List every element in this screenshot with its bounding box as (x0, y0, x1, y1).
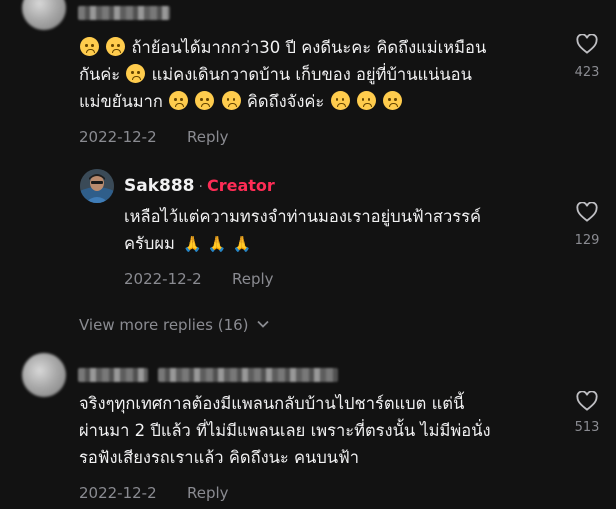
comment-text-fragment: ถ้าย้อนได้มากกว่า30 ปี คงดีนะคะ คิดถึงแม… (131, 38, 487, 57)
comment-text: ถ้าย้อนได้มากกว่า30 ปี คงดีนะคะ คิดถึงแม… (79, 34, 569, 115)
like-count: 423 (574, 65, 600, 80)
chevron-down-icon (257, 320, 269, 328)
like-count: 513 (574, 420, 600, 435)
sad-face-emoji (106, 37, 126, 56)
reply-button[interactable]: Reply (187, 128, 229, 146)
comment-text-fragment: คิดถึงจังค่ะ (246, 92, 330, 111)
comment-text: จริงๆทุกเทศกาลต้องมีแพลนกลับบ้านไปชาร์ตแ… (79, 390, 569, 471)
reply-text: เหลือไว้แต่ความทรงจำท่านมองเราอยู่บนฟ้าส… (124, 203, 564, 258)
separator-dot: · (198, 179, 203, 195)
comment-text-line: ถ้าย้อนได้มากกว่า30 ปี คงดีนะคะ คิดถึงแม… (79, 34, 569, 61)
sad-face-emoji (126, 64, 146, 83)
heart-outline-icon[interactable] (576, 202, 598, 222)
creator-header: Sak888 · Creator (124, 176, 275, 196)
comment-text-line: ผ่านมา 2 ปีแล้ว ที่ไม่มีแพลนเลย เพราะที่… (79, 421, 491, 440)
sad-face-emoji (221, 91, 241, 110)
creator-badge: Creator (206, 176, 275, 195)
reply-date: 2022-12-2 (124, 270, 202, 288)
sad-face-emoji (356, 91, 376, 110)
username-blurred[interactable] (158, 368, 338, 382)
comment-text-fragment: กันค่ะ (79, 65, 126, 84)
sad-face-emoji (195, 91, 215, 110)
pray-emoji: 🙏 (207, 235, 227, 253)
pray-emoji: 🙏 (232, 235, 252, 253)
sad-face-emoji (383, 91, 403, 110)
comment-date: 2022-12-2 (79, 128, 157, 146)
avatar[interactable] (22, 0, 66, 30)
reply-text-line: เหลือไว้แต่ความทรงจำท่านมองเราอยู่บนฟ้าส… (124, 207, 482, 226)
avatar[interactable] (22, 353, 66, 397)
reply-button[interactable]: Reply (232, 270, 274, 288)
comment-text-fragment: แม่ขยันมาก (79, 92, 169, 111)
sad-face-emoji (330, 91, 350, 110)
username-blurred[interactable] (78, 368, 148, 382)
comment-text-line: แม่ขยันมาก คิดถึงจังค่ะ (79, 88, 569, 115)
creator-avatar[interactable] (80, 169, 114, 203)
comment-text-line: รอฟังเสียงรถเราแล้ว คิดถึงนะ คนบนฟ้า (79, 448, 360, 467)
like-count: 129 (574, 233, 600, 248)
pray-emoji: 🙏 (183, 235, 202, 253)
view-more-replies-button[interactable]: View more replies (16) (79, 316, 269, 334)
username-blurred[interactable] (78, 6, 170, 20)
reply-text-line: ครับผม 🙏 🙏 🙏 (124, 230, 564, 258)
heart-outline-icon[interactable] (576, 34, 598, 54)
view-more-label: View more replies (16) (79, 316, 249, 334)
heart-outline-icon[interactable] (576, 391, 598, 411)
comment-text-line: จริงๆทุกเทศกาลต้องมีแพลนกลับบ้านไปชาร์ตแ… (79, 394, 465, 413)
comment-text-fragment: แม่คงเดินกวาดบ้าน เก็บของ อยู่ที่บ้านแน่… (151, 65, 472, 84)
comment-date: 2022-12-2 (79, 484, 157, 502)
creator-username[interactable]: Sak888 (124, 176, 195, 196)
sad-face-emoji (80, 37, 99, 56)
sad-face-emoji (169, 91, 189, 110)
reply-button[interactable]: Reply (187, 484, 229, 502)
comment-text-line: กันค่ะ แม่คงเดินกวาดบ้าน เก็บของ อยู่ที่… (79, 61, 569, 88)
